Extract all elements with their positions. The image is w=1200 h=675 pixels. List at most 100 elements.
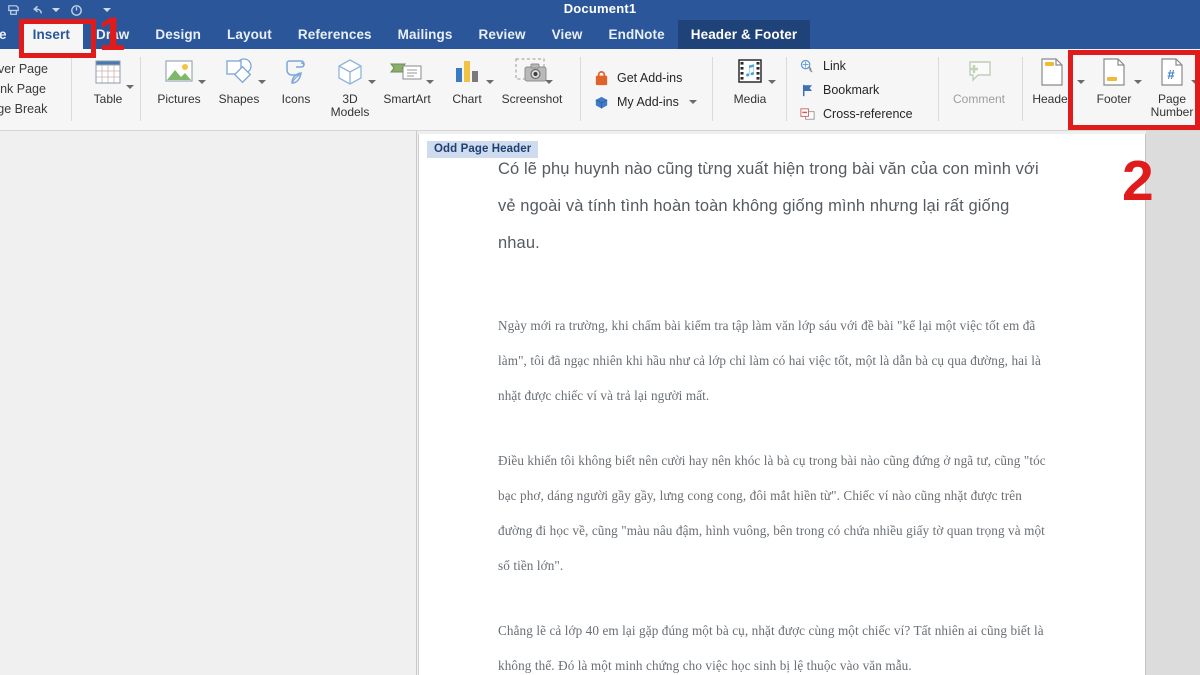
my-addins-label: My Add-ins [617, 95, 679, 109]
icons-label: Icons [281, 92, 311, 106]
links-group: Link Bookmark Cross-reference [798, 51, 913, 129]
bookmark-icon [798, 81, 816, 99]
document-workspace: Odd Page Header Có lẽ phụ huynh nào cũng… [0, 131, 1200, 675]
page-number-icon: # [1157, 53, 1187, 91]
divider-media-links [786, 57, 787, 121]
right-gray-strip [1146, 131, 1200, 675]
chart-dropdown-caret[interactable] [486, 80, 494, 84]
divider-links-comment [938, 57, 939, 121]
media-dropdown-caret[interactable] [768, 80, 776, 84]
3d-models-button[interactable]: 3D Models [318, 53, 382, 127]
document-body[interactable]: Có lẽ phụ huynh nào cũng từng xuất hiện … [498, 151, 1054, 675]
chart-label: Chart [452, 92, 482, 106]
pictures-button[interactable]: Pictures [147, 53, 211, 127]
left-empty-pane [0, 131, 417, 675]
tab-references[interactable]: References [285, 20, 385, 49]
chart-button[interactable]: Chart [435, 53, 499, 127]
cross-reference-icon [798, 105, 816, 123]
word-window: Document1 e Insert Draw Design Layout Re… [0, 0, 1200, 675]
cover-page-label: Cover Page [0, 62, 49, 76]
header-icon [1037, 53, 1067, 91]
bookmark-button[interactable]: Bookmark [798, 78, 913, 102]
shapes-button[interactable]: Shapes [207, 53, 271, 127]
divider-illustrations-addins [580, 57, 581, 121]
document-title: Document1 [563, 1, 637, 16]
page-number-label: Page Number [1150, 92, 1194, 119]
paragraph-intro: Có lẽ phụ huynh nào cũng từng xuất hiện … [498, 160, 1039, 252]
shapes-icon [221, 53, 257, 91]
smartart-button[interactable]: SmartArt [375, 53, 439, 127]
page-number-button[interactable]: # Page Number [1140, 53, 1200, 127]
page-break-label: Page Break [0, 102, 48, 116]
shapes-label: Shapes [218, 92, 260, 106]
3d-models-icon [334, 53, 366, 91]
screenshot-dropdown-caret[interactable] [545, 80, 553, 84]
tab-view[interactable]: View [539, 20, 596, 49]
pictures-dropdown-caret[interactable] [198, 80, 206, 84]
paragraph-3: Chẳng lẽ cả lớp 40 em lại gặp đúng một b… [498, 623, 1044, 673]
blank-page-button[interactable]: Blank Page [0, 82, 48, 96]
smartart-label: SmartArt [383, 92, 431, 106]
comment-icon [962, 53, 996, 91]
pictures-icon [162, 53, 196, 91]
screenshot-label: Screenshot [501, 92, 563, 106]
cross-reference-button[interactable]: Cross-reference [798, 102, 913, 126]
media-label: Media [733, 92, 767, 106]
divider-comment-headerfooter [1022, 57, 1023, 121]
my-addins-icon [592, 93, 610, 111]
tab-layout[interactable]: Layout [214, 20, 285, 49]
page-break-button[interactable]: Page Break [0, 102, 48, 116]
comment-button[interactable]: Comment [944, 53, 1014, 127]
bookmark-label: Bookmark [823, 83, 880, 97]
tab-review[interactable]: Review [465, 20, 538, 49]
smartart-dropdown-caret[interactable] [426, 80, 434, 84]
footer-button[interactable]: Footer [1082, 53, 1146, 127]
tab-endnote[interactable]: EndNote [596, 20, 678, 49]
tab-mailings[interactable]: Mailings [385, 20, 466, 49]
ribbon-tab-bar: e Insert Draw Design Layout References M… [0, 20, 1200, 49]
tab-home-clipped[interactable]: e [0, 20, 20, 49]
tab-header-and-footer[interactable]: Header & Footer [677, 20, 811, 49]
media-icon [734, 53, 766, 91]
3d-models-label: 3D Models [330, 92, 370, 119]
cross-reference-label: Cross-reference [823, 107, 913, 121]
cover-page-button[interactable]: Cover Page [0, 62, 48, 76]
my-addins-dropdown-caret[interactable] [688, 100, 697, 104]
annotation-step-1: 1 [99, 7, 126, 60]
screenshot-icon [512, 53, 552, 91]
table-button[interactable]: Table [76, 53, 140, 127]
my-addins-button[interactable]: My Add-ins [592, 90, 697, 114]
link-icon [798, 57, 816, 75]
divider-addins-media [712, 57, 713, 121]
divider-pages-table [71, 57, 72, 121]
screenshot-button[interactable]: Screenshot [494, 53, 570, 127]
header-label: Header [1032, 92, 1072, 106]
ribbon: Cover Page Blank Page Page Break [0, 49, 1200, 131]
page-number-dropdown-caret[interactable] [1191, 80, 1199, 84]
chart-icon [451, 53, 483, 91]
smartart-icon [388, 53, 426, 91]
footer-label: Footer [1096, 92, 1132, 106]
icons-icon [279, 53, 313, 91]
media-button[interactable]: Media [718, 53, 782, 127]
paragraph-2: Điều khiển tôi không biết nên cười hay n… [498, 453, 1046, 573]
title-bar: Document1 [0, 0, 1200, 20]
pictures-label: Pictures [157, 92, 201, 106]
table-label: Table [93, 92, 123, 106]
link-button[interactable]: Link [798, 54, 913, 78]
pages-group: Cover Page Blank Page Page Break [0, 51, 48, 127]
paragraph-1: Ngày mới ra trường, khi chấm bài kiểm tr… [498, 318, 1041, 403]
tab-design[interactable]: Design [142, 20, 214, 49]
link-label: Link [823, 59, 846, 73]
tab-insert[interactable]: Insert [19, 20, 83, 49]
annotation-step-2: 2 [1122, 149, 1154, 213]
get-addins-button[interactable]: Get Add-ins [592, 66, 697, 90]
table-dropdown-caret[interactable] [126, 85, 134, 89]
addins-group: Get Add-ins My Add-ins [592, 55, 697, 125]
document-page[interactable]: Odd Page Header Có lẽ phụ huynh nào cũng… [418, 134, 1146, 675]
header-button[interactable]: Header [1026, 53, 1078, 127]
comment-label: Comment [952, 92, 1005, 106]
footer-icon [1099, 53, 1129, 91]
